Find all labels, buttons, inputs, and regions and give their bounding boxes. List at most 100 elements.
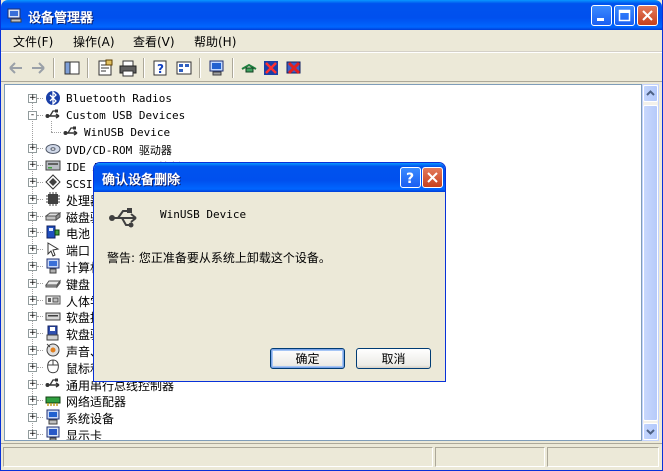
vertical-scrollbar[interactable] <box>642 84 659 441</box>
usb-device-icon <box>109 208 137 228</box>
floppy-controller-icon <box>45 312 61 321</box>
expand-toggle[interactable]: + <box>28 279 37 288</box>
expand-toggle[interactable]: + <box>28 430 37 439</box>
svg-text:?: ? <box>157 62 164 76</box>
expand-toggle[interactable]: + <box>28 228 37 237</box>
close-icon <box>427 172 438 183</box>
tree-item[interactable]: + Bluetooth Radios <box>5 90 625 107</box>
expand-toggle[interactable]: + <box>28 144 37 153</box>
expand-toggle[interactable]: + <box>28 329 37 338</box>
system-icon <box>46 409 60 425</box>
dialog-help-button[interactable]: ? <box>400 167 421 188</box>
print-icon[interactable] <box>119 59 137 77</box>
expand-toggle[interactable]: + <box>28 94 37 103</box>
expand-toggle[interactable]: + <box>28 212 37 221</box>
console-tree-icon[interactable] <box>63 59 81 77</box>
expand-toggle[interactable]: + <box>28 363 37 372</box>
bluetooth-icon <box>46 90 60 106</box>
menu-view[interactable]: 查看(V) <box>133 33 175 50</box>
usb-icon <box>45 109 60 119</box>
expand-toggle[interactable]: + <box>28 346 37 355</box>
minimize-icon <box>597 18 604 21</box>
menu-help[interactable]: 帮助(H) <box>194 33 236 50</box>
tree-item-label: 网络适配器 <box>66 395 127 409</box>
status-bar <box>1 443 662 470</box>
properties-icon[interactable] <box>96 59 114 77</box>
tree-item[interactable]: + 网络适配器 <box>5 392 625 409</box>
cdrom-icon <box>45 144 61 154</box>
window-title: 设备管理器 <box>28 11 94 26</box>
tree-item-winusb-device[interactable]: WinUSB Device <box>5 124 625 141</box>
status-pane-3 <box>547 447 659 467</box>
forward-arrow-icon[interactable] <box>29 59 47 77</box>
tree-item-label: Custom USB Devices <box>66 109 186 122</box>
minimize-button[interactable] <box>591 5 612 26</box>
back-arrow-icon[interactable] <box>7 59 25 77</box>
menu-file[interactable]: 文件(F) <box>13 33 53 50</box>
tree-item-label: 系统设备 <box>66 412 115 426</box>
expand-toggle[interactable]: - <box>28 111 37 120</box>
expand-toggle[interactable]: + <box>28 312 37 321</box>
usb-icon <box>45 378 60 388</box>
battery-icon <box>46 225 60 239</box>
update-driver-icon[interactable] <box>240 59 258 77</box>
tree-item-label: 电池 <box>66 227 91 241</box>
toolbar: ? <box>1 52 662 82</box>
dialog-device-name: WinUSB Device <box>160 208 247 221</box>
tree-item-label: Bluetooth Radios <box>66 92 172 105</box>
mouse-icon <box>47 359 59 374</box>
disable-device-icon[interactable] <box>262 59 280 77</box>
expand-toggle[interactable]: + <box>28 245 37 254</box>
ok-button[interactable]: 确定 <box>270 348 345 369</box>
expand-toggle[interactable]: + <box>28 262 37 271</box>
tree-item[interactable]: + 显示卡 <box>5 426 625 441</box>
maximize-button[interactable] <box>614 5 635 26</box>
scan-hardware-icon[interactable] <box>208 59 226 77</box>
status-pane-2 <box>435 447 545 467</box>
help-icon[interactable]: ? <box>152 59 170 77</box>
confirm-device-removal-dialog: 确认设备删除 ? WinUSB Device 警告: 您正准备要从系统上卸载这个… <box>93 162 446 382</box>
expand-toggle[interactable]: + <box>28 195 37 204</box>
maximize-icon <box>618 9 631 22</box>
keyboard-icon <box>45 279 61 289</box>
menu-action[interactable]: 操作(A) <box>73 33 115 50</box>
expand-toggle[interactable]: + <box>28 380 37 389</box>
dialog-close-button[interactable] <box>422 167 443 188</box>
expand-toggle[interactable]: + <box>28 296 37 305</box>
scroll-thumb[interactable] <box>643 105 658 421</box>
menu-bar: 文件(F) 操作(A) 查看(V) 帮助(H) <box>1 30 662 52</box>
uninstall-device-icon[interactable] <box>285 59 303 77</box>
svg-text:?: ? <box>406 171 414 187</box>
dialog-title: 确认设备删除 <box>102 173 181 188</box>
tree-item-label: 显示卡 <box>66 429 103 441</box>
status-pane <box>3 447 433 467</box>
sound-icon <box>46 343 60 357</box>
scroll-up-button[interactable] <box>643 85 658 102</box>
port-icon <box>47 242 60 257</box>
expand-toggle[interactable]: + <box>28 396 37 405</box>
close-icon <box>642 10 653 21</box>
usb-icon <box>63 126 78 136</box>
tree-item[interactable]: - Custom USB Devices <box>5 107 625 124</box>
tree-item[interactable]: + DVD/CD-ROM 驱动器 <box>5 140 625 157</box>
chevron-up-icon <box>646 90 655 96</box>
dialog-titlebar[interactable]: 确认设备删除 ? <box>94 163 445 192</box>
expand-toggle[interactable]: + <box>28 178 37 187</box>
dialog-warning-text: 警告: 您正准备要从系统上卸载这个设备。 <box>107 251 331 265</box>
cancel-button[interactable]: 取消 <box>356 348 431 369</box>
network-icon <box>45 396 61 406</box>
tree-item-label: 键盘 <box>66 278 91 292</box>
tree-item[interactable]: + 系统设备 <box>5 409 625 426</box>
window-titlebar[interactable]: 设备管理器 <box>1 0 662 30</box>
expand-toggle[interactable]: + <box>28 413 37 422</box>
display-icon <box>46 426 60 440</box>
device-manager-icon <box>7 8 22 23</box>
hid-icon <box>45 295 61 305</box>
expand-toggle[interactable]: + <box>28 161 37 170</box>
view-icon[interactable] <box>175 59 193 77</box>
scroll-down-button[interactable] <box>643 423 658 440</box>
tree-item-label: DVD/CD-ROM 驱动器 <box>66 144 172 157</box>
computer-icon <box>46 258 60 274</box>
close-button[interactable] <box>637 5 658 26</box>
floppy-icon <box>46 325 59 341</box>
